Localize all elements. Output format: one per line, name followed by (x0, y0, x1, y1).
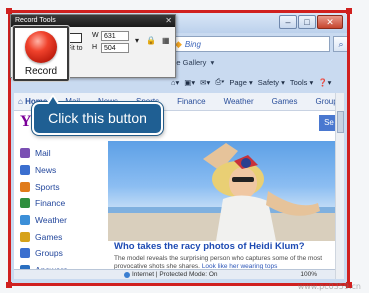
record-button-label: Record (24, 66, 58, 77)
side-nav-label: Groups (35, 248, 63, 259)
vertical-scrollbar[interactable] (335, 93, 344, 279)
height-label: H (92, 44, 98, 51)
nav-weather[interactable]: Weather (215, 97, 263, 106)
callout-text: Click this button (48, 110, 147, 126)
command-bar: ⌂▾ ▣▾ ✉▾ ⎙▾ Page ▾ Safety ▾ Tools ▾ ❓▾ (171, 74, 347, 90)
lock-icon[interactable]: 🔒 (146, 36, 156, 45)
tools-menu[interactable]: Tools ▾ (290, 78, 313, 87)
groups-icon (20, 248, 30, 259)
side-nav-label: Sports (35, 181, 60, 192)
zoom-level[interactable]: 100% (300, 271, 317, 278)
yahoo-logo[interactable]: Y (20, 113, 32, 131)
status-bar: Internet | Protected Mode: On 100% (14, 269, 341, 279)
feeds-icon[interactable]: ▣▾ (184, 78, 195, 87)
side-nav-label: Weather (35, 215, 67, 226)
home-icon[interactable]: ⌂▾ (171, 78, 179, 87)
close-button[interactable]: ✕ (317, 15, 343, 29)
minimize-button[interactable]: – (279, 15, 297, 29)
hero-image[interactable] (108, 141, 341, 241)
hero-photo (108, 143, 341, 241)
feeds-icon[interactable]: ▾ (210, 58, 214, 67)
scrollbar-thumb[interactable] (337, 111, 344, 133)
watermark: www.pc0359.cn (297, 282, 361, 291)
record-button[interactable]: Record (13, 26, 69, 81)
globe-icon (124, 271, 130, 278)
nav-games[interactable]: Games (263, 97, 307, 106)
resize-handle-bottom-left[interactable] (6, 282, 12, 288)
screen: – □ ✕ ◆ Bing ⌕ ice Gallery ▾ ⌂▾ ▣▾ ✉▾ ⎙▾… (0, 0, 369, 293)
fit-to-icon (67, 33, 82, 43)
record-icon (25, 31, 57, 63)
side-nav-item-weather[interactable]: Weather (20, 212, 100, 229)
help-icon[interactable]: ❓▾ (318, 78, 331, 87)
width-label: W (92, 32, 99, 39)
print-icon[interactable]: ⎙▾ (215, 77, 224, 87)
side-nav-label: Games (35, 231, 63, 242)
side-nav-item-news[interactable]: News (20, 162, 100, 179)
favorites-bar: ice Gallery ▾ (171, 55, 347, 69)
height-input[interactable]: 504 (101, 43, 129, 53)
record-tools-title: Record Tools (15, 17, 56, 24)
mail-icon (20, 148, 30, 159)
search-bar: ◆ Bing ⌕ (171, 35, 347, 53)
instruction-callout: Click this button (32, 94, 163, 135)
side-nav-item-finance[interactable]: Finance (20, 195, 100, 212)
nav-finance[interactable]: Finance (168, 97, 214, 106)
side-nav-item-sports[interactable]: Sports (20, 178, 100, 195)
window-controls: – □ ✕ (279, 15, 343, 29)
games-icon (20, 231, 30, 242)
security-zone[interactable]: Internet | Protected Mode: On (124, 271, 218, 278)
side-nav: MailNewsSportsFinanceWeatherGamesGroupsA… (20, 145, 100, 279)
width-input[interactable]: 631 (101, 31, 129, 41)
page-menu[interactable]: Page ▾ (229, 78, 252, 87)
grid-icon[interactable]: ▦ (162, 36, 170, 45)
search-input[interactable]: ◆ Bing (171, 36, 330, 52)
side-nav-label: News (35, 165, 57, 176)
mail-icon[interactable]: ✉▾ (200, 78, 210, 87)
search-placeholder: Bing (184, 39, 201, 49)
weather-icon (20, 215, 30, 226)
side-nav-label: Mail (35, 148, 51, 159)
search-icon[interactable]: ⌕ (333, 36, 347, 52)
sports-icon (20, 181, 30, 192)
finance-icon (20, 198, 30, 209)
side-nav-item-groups[interactable]: Groups (20, 245, 100, 262)
side-nav-item-games[interactable]: Games (20, 228, 100, 245)
safety-menu[interactable]: Safety ▾ (258, 78, 285, 87)
close-icon[interactable]: ✕ (165, 15, 172, 27)
bing-icon: ◆ (175, 38, 182, 49)
resize-handle-top-right[interactable] (346, 8, 352, 14)
side-nav-item-mail[interactable]: Mail (20, 145, 100, 162)
maximize-button[interactable]: □ (298, 15, 316, 29)
side-nav-label: Finance (35, 198, 66, 209)
news-icon (20, 165, 30, 176)
headline-link[interactable]: Who takes the racy photos of Heidi Klum? (114, 241, 341, 252)
callout-pointer (46, 94, 60, 105)
favorite-item[interactable]: ice Gallery (171, 58, 206, 67)
arrow-down-icon[interactable]: ▾ (135, 36, 139, 45)
fit-to-button[interactable]: Fit to (67, 33, 83, 52)
